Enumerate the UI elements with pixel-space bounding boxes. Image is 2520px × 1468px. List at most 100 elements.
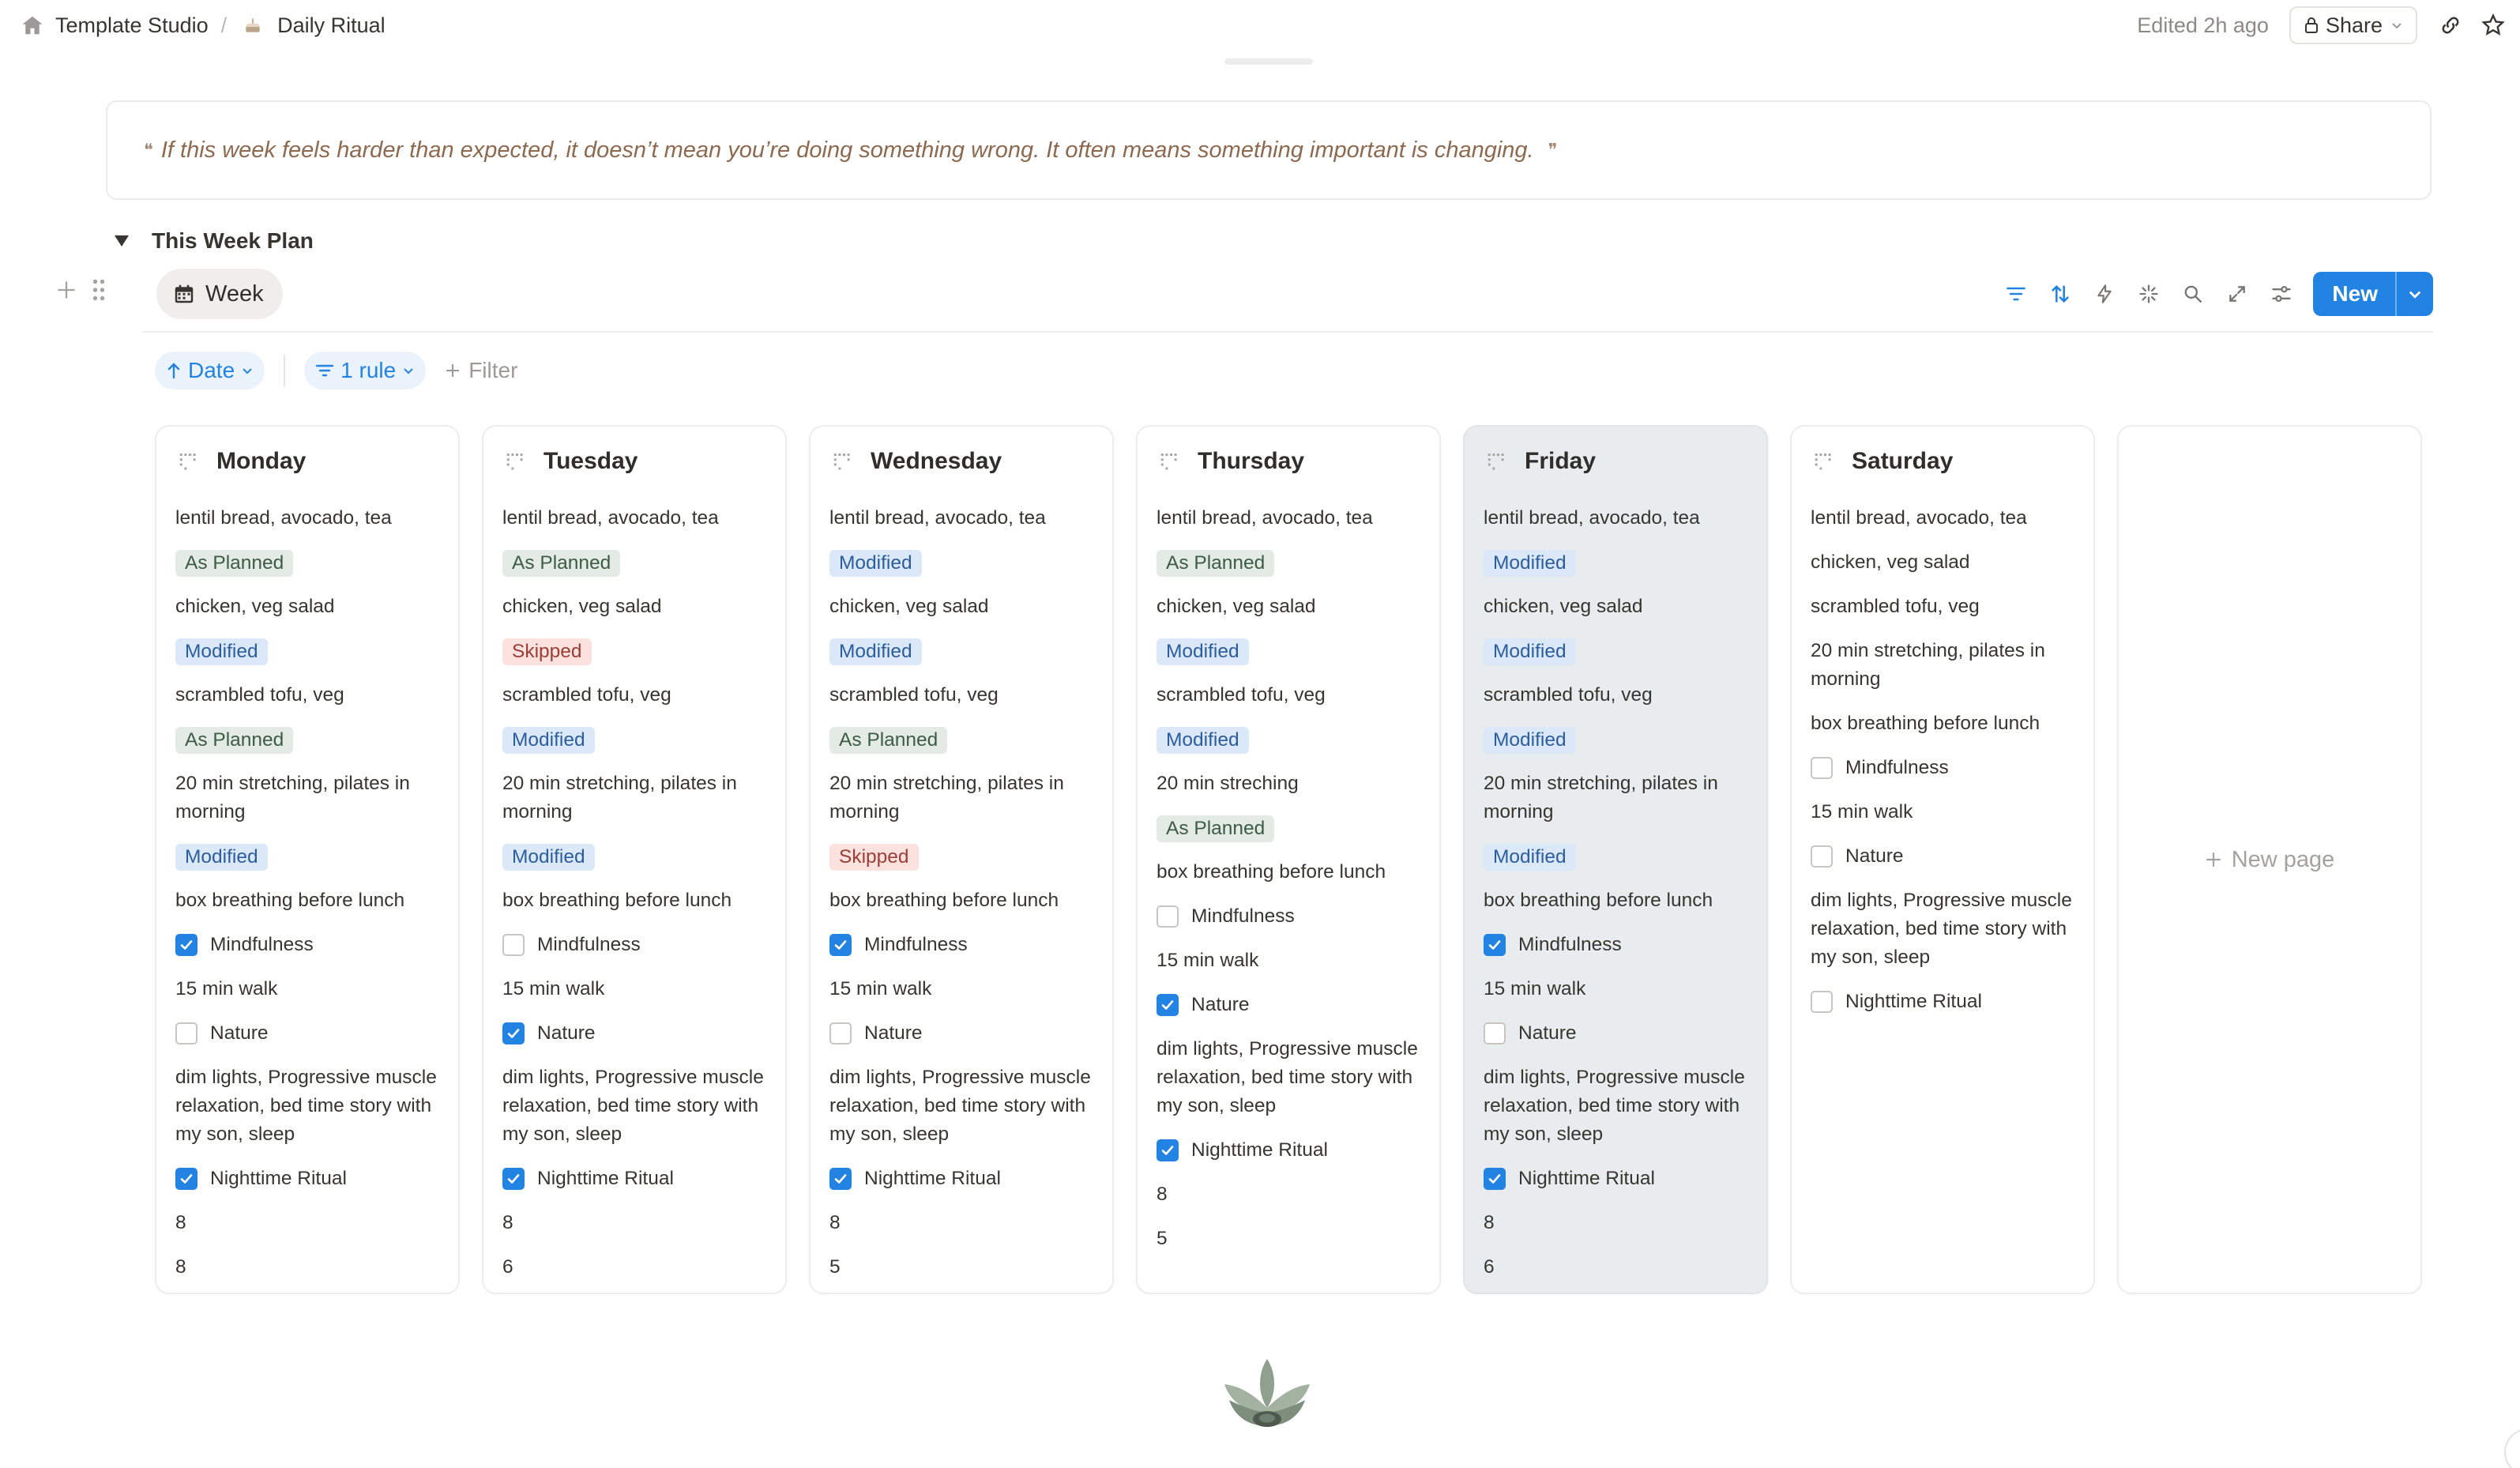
card-property[interactable]: chicken, veg salad: [175, 593, 444, 621]
new-button[interactable]: New: [2313, 272, 2433, 316]
card-property[interactable]: scrambled tofu, veg: [1484, 681, 1752, 710]
card-property[interactable]: 6: [502, 1253, 771, 1282]
card-property[interactable]: 8: [829, 1209, 1098, 1237]
lightning-icon[interactable]: [2082, 272, 2127, 316]
card-property[interactable]: chicken, veg salad: [502, 593, 771, 621]
status-badge[interactable]: Modified: [175, 638, 268, 665]
checkbox-property[interactable]: Nature: [1157, 991, 1250, 1019]
board-column-wednesday[interactable]: Wednesday lentil bread, avocado, tea Modif…: [809, 425, 1114, 1294]
status-badge[interactable]: Modified: [1484, 550, 1576, 577]
card-property[interactable]: box breathing before lunch: [1157, 858, 1425, 886]
column-title[interactable]: Friday: [1485, 446, 1596, 477]
card-property[interactable]: box breathing before lunch: [502, 886, 771, 915]
card-property[interactable]: scrambled tofu, veg: [1157, 681, 1425, 710]
card-property[interactable]: lentil bread, avocado, tea: [1484, 504, 1752, 533]
card-property[interactable]: 20 min stretching, pilates in morning: [175, 770, 444, 826]
checkbox-empty-icon[interactable]: [829, 1022, 852, 1045]
card-property[interactable]: 20 min stretching, pilates in morning: [1811, 637, 2079, 694]
column-title[interactable]: Wednesday: [831, 446, 1002, 477]
card-property[interactable]: lentil bread, avocado, tea: [1157, 504, 1425, 533]
checkbox-checked-icon[interactable]: [175, 934, 197, 956]
card-property[interactable]: 8: [1157, 1180, 1425, 1209]
checkbox-property[interactable]: Nighttime Ritual: [1811, 988, 1982, 1016]
card-property[interactable]: 8: [502, 1209, 771, 1237]
status-badge[interactable]: As Planned: [1157, 550, 1275, 577]
status-badge[interactable]: Modified: [175, 844, 268, 871]
filter-icon[interactable]: [1994, 272, 2038, 316]
status-badge[interactable]: Modified: [1484, 844, 1576, 871]
card-property[interactable]: 6: [1484, 1253, 1752, 1282]
new-button-label[interactable]: New: [2313, 272, 2397, 316]
checkbox-property[interactable]: Nighttime Ritual: [1157, 1136, 1328, 1165]
card-property[interactable]: 8: [175, 1209, 444, 1237]
card-property[interactable]: 15 min walk: [1484, 975, 1752, 1003]
card-property[interactable]: lentil bread, avocado, tea: [175, 504, 444, 533]
card-property[interactable]: dim lights, Progressive muscle relaxatio…: [1811, 886, 2079, 972]
card-property[interactable]: lentil bread, avocado, tea: [1811, 504, 2079, 533]
card-property[interactable]: 8: [175, 1253, 444, 1282]
status-badge[interactable]: As Planned: [502, 550, 621, 577]
checkbox-property[interactable]: Mindfulness: [1484, 931, 1622, 959]
card-property[interactable]: 20 min streching: [1157, 770, 1425, 798]
checkbox-property[interactable]: Nighttime Ritual: [829, 1165, 1001, 1193]
card-property[interactable]: 20 min stretching, pilates in morning: [502, 770, 771, 826]
ai-sparkle-icon[interactable]: [2127, 272, 2171, 316]
settings-sliders-icon[interactable]: [2259, 272, 2304, 316]
checkbox-property[interactable]: Mindfulness: [175, 931, 314, 959]
status-badge[interactable]: Modified: [1157, 727, 1249, 754]
search-icon[interactable]: [2171, 272, 2215, 316]
status-badge[interactable]: Skipped: [829, 844, 919, 871]
card-property[interactable]: chicken, veg salad: [1157, 593, 1425, 621]
checkbox-property[interactable]: Nighttime Ritual: [502, 1165, 674, 1193]
card-property[interactable]: 15 min walk: [829, 975, 1098, 1003]
checkbox-property[interactable]: Nature: [829, 1019, 923, 1048]
column-title[interactable]: Monday: [177, 446, 306, 477]
checkbox-property[interactable]: Nighttime Ritual: [175, 1165, 347, 1193]
checkbox-checked-icon[interactable]: [1157, 1139, 1179, 1161]
card-property[interactable]: lentil bread, avocado, tea: [502, 504, 771, 533]
card-property[interactable]: 8: [1484, 1209, 1752, 1237]
help-button[interactable]: [2504, 1428, 2520, 1468]
star-icon[interactable]: [2477, 9, 2509, 41]
checkbox-checked-icon[interactable]: [175, 1168, 197, 1190]
card-property[interactable]: dim lights, Progressive muscle relaxatio…: [1484, 1063, 1752, 1149]
board-column-friday[interactable]: Friday lentil bread, avocado, tea Modified…: [1463, 425, 1768, 1294]
checkbox-checked-icon[interactable]: [1157, 994, 1179, 1016]
status-badge[interactable]: As Planned: [1157, 815, 1275, 842]
status-badge[interactable]: As Planned: [175, 550, 294, 577]
checkbox-checked-icon[interactable]: [502, 1168, 525, 1190]
card-property[interactable]: scrambled tofu, veg: [175, 681, 444, 710]
checkbox-empty-icon[interactable]: [502, 934, 525, 956]
rule-chip[interactable]: 1 rule: [304, 352, 427, 390]
board-column-tuesday[interactable]: Tuesday lentil bread, avocado, tea As Plan…: [482, 425, 787, 1294]
card-property[interactable]: scrambled tofu, veg: [502, 681, 771, 710]
card-property[interactable]: box breathing before lunch: [1811, 710, 2079, 738]
card-property[interactable]: dim lights, Progressive muscle relaxatio…: [1157, 1035, 1425, 1120]
drag-handle-icon[interactable]: [92, 278, 106, 302]
checkbox-empty-icon[interactable]: [1811, 757, 1833, 779]
checkbox-property[interactable]: Mindfulness: [1811, 754, 1949, 782]
checkbox-property[interactable]: Mindfulness: [502, 931, 641, 959]
status-badge[interactable]: As Planned: [829, 727, 948, 754]
column-title[interactable]: Saturday: [1812, 446, 1953, 477]
board-column-saturday[interactable]: Saturday lentil bread, avocado, tea chicke…: [1790, 425, 2095, 1294]
status-badge[interactable]: Modified: [829, 550, 922, 577]
expand-icon[interactable]: [2215, 272, 2259, 316]
card-property[interactable]: box breathing before lunch: [175, 886, 444, 915]
card-property[interactable]: 20 min stretching, pilates in morning: [829, 770, 1098, 826]
card-property[interactable]: 5: [1157, 1225, 1425, 1253]
board-column-monday[interactable]: Monday lentil bread, avocado, tea As Plann…: [155, 425, 460, 1294]
tab-week[interactable]: Week: [156, 269, 283, 319]
new-page-button[interactable]: New page: [2119, 427, 2420, 1293]
card-property[interactable]: dim lights, Progressive muscle relaxatio…: [829, 1063, 1098, 1149]
checkbox-empty-icon[interactable]: [1484, 1022, 1506, 1045]
card-property[interactable]: 20 min stretching, pilates in morning: [1484, 770, 1752, 826]
home-icon[interactable]: [19, 12, 46, 39]
checkbox-empty-icon[interactable]: [1811, 845, 1833, 868]
card-property[interactable]: dim lights, Progressive muscle relaxatio…: [175, 1063, 444, 1149]
checkbox-property[interactable]: Nature: [1811, 842, 1904, 871]
status-badge[interactable]: Modified: [1157, 638, 1249, 665]
card-property[interactable]: scrambled tofu, veg: [1811, 593, 2079, 621]
checkbox-empty-icon[interactable]: [175, 1022, 197, 1045]
section-toggle[interactable]: This Week Plan: [114, 224, 314, 258]
